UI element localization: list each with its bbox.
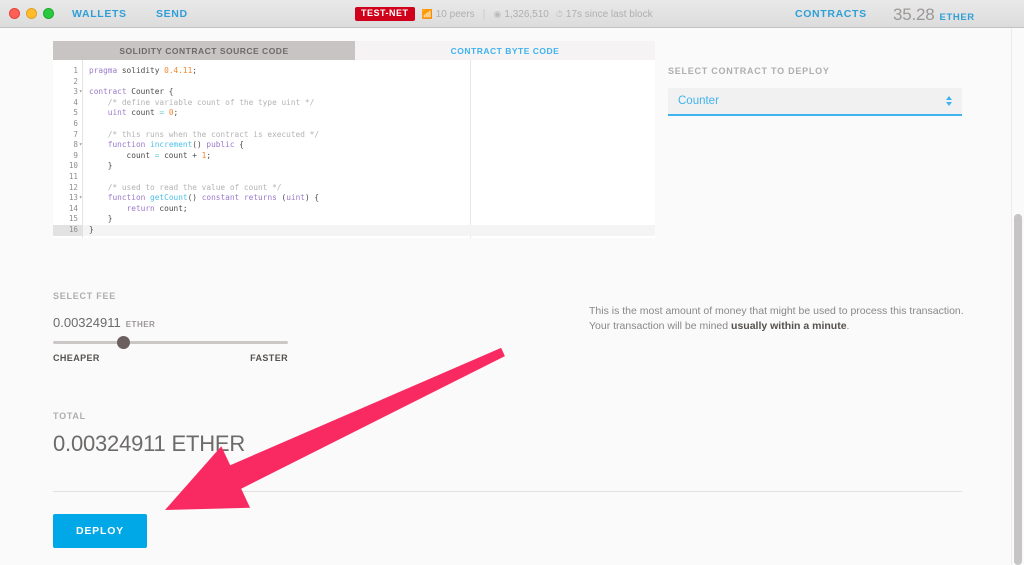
status-separator: |	[482, 8, 486, 20]
deploy-button[interactable]: DEPLOY	[53, 514, 147, 548]
maximize-window-icon[interactable]	[43, 8, 54, 19]
editor-gutter: 1 2 3 ▾ 4 5 6 7 8 ▾ 9 10 11 12 13 ▾ 14 15 16	[53, 60, 83, 238]
gutter-line-number: 16	[53, 224, 82, 236]
clock-icon: ⏱	[555, 8, 563, 19]
titlebar: WALLETS SEND TEST-NET 📶 10 peers | ◉ 1,3…	[0, 0, 1024, 28]
code-line: }	[83, 224, 655, 236]
block-number-label: 1,326,510	[504, 8, 549, 20]
total-value: 0.00324911 ETHER	[53, 431, 246, 456]
signal-icon: 📶	[421, 8, 433, 19]
total-label: TOTAL	[53, 411, 86, 421]
fee-slider-endpoints: CHEAPER FASTER	[53, 353, 288, 363]
scrollbar-thumb[interactable]	[1014, 214, 1022, 565]
gutter-line-number: 4	[73, 97, 78, 107]
fee-slider-track	[53, 341, 288, 344]
peers-label: 10 peers	[435, 8, 475, 20]
gutter-line-number: 15	[68, 214, 78, 224]
block-status: ◉ 1,326,510	[494, 9, 549, 20]
fee-amount-value: 0.00324911	[53, 315, 121, 330]
code-line: function increment() public {	[107, 140, 244, 150]
network-badge: TEST-NET	[355, 7, 415, 21]
close-window-icon[interactable]	[9, 8, 20, 19]
code-line: return count;	[126, 203, 188, 213]
gutter-line-number: 7	[73, 129, 78, 139]
nav-wallets[interactable]: WALLETS	[72, 8, 127, 20]
balance-unit: ETHER	[939, 12, 975, 23]
code-line: pragma solidity 0.4.11;	[89, 66, 197, 75]
code-line: }	[89, 214, 113, 224]
fee-cheaper-label: CHEAPER	[53, 353, 100, 363]
gutter-line-number: 12	[68, 182, 78, 192]
code-line: uint count = 0;	[107, 108, 179, 118]
cube-icon: ◉	[493, 8, 502, 19]
app-window: WALLETS SEND TEST-NET 📶 10 peers | ◉ 1,3…	[0, 0, 1024, 565]
wallet-balance: 35.28 ETHER	[893, 0, 975, 28]
code-tabs: SOLIDITY CONTRACT SOURCE CODE CONTRACT B…	[53, 41, 655, 60]
code-editor[interactable]: 1 2 3 ▾ 4 5 6 7 8 ▾ 9 10 11 12 13 ▾ 14 15 16 pragma solidi…	[53, 60, 655, 238]
gutter-line-number: 3 ▾	[73, 87, 83, 97]
code-fold-icon[interactable]: ▾	[78, 195, 83, 201]
last-block-label: 17s since last block	[565, 8, 653, 20]
gutter-line-number: 8 ▾	[73, 140, 83, 150]
editor-code-area[interactable]: pragma solidity 0.4.11; contract Counter…	[83, 60, 655, 238]
tab-contract-bytecode[interactable]: CONTRACT BYTE CODE	[355, 41, 655, 60]
nav-send[interactable]: SEND	[156, 8, 188, 20]
divider	[53, 491, 962, 492]
select-fee-label: SELECT FEE	[53, 291, 117, 301]
code-line: function getCount() constant returns (ui…	[107, 193, 320, 203]
code-line: }	[89, 161, 113, 171]
last-block-status: ⏱ 17s since last block	[556, 9, 653, 20]
fee-slider[interactable]	[53, 336, 288, 350]
code-line: /* this runs when the contract is execut…	[89, 129, 320, 139]
nav-contracts[interactable]: CONTRACTS	[795, 8, 867, 20]
minimize-window-icon[interactable]	[26, 8, 37, 19]
code-line: /* used to read the value of count */	[89, 182, 282, 192]
gutter-line-number: 10	[68, 161, 78, 171]
network-status-bar: TEST-NET 📶 10 peers | ◉ 1,326,510 ⏱ 17s …	[355, 0, 653, 28]
code-fold-icon[interactable]: ▾	[78, 142, 83, 148]
code-fold-icon[interactable]: ▾	[78, 89, 83, 95]
chevron-updown-icon[interactable]	[946, 96, 952, 106]
tab-solidity-source[interactable]: SOLIDITY CONTRACT SOURCE CODE	[53, 41, 355, 60]
fee-amount-unit: ETHER	[125, 320, 156, 329]
gutter-line-number: 6	[73, 118, 78, 128]
gutter-line-number: 1	[73, 66, 78, 75]
gutter-line-number: 14	[68, 203, 78, 213]
gutter-line-number: 13 ▾	[68, 193, 83, 203]
fee-explanation: This is the most amount of money that mi…	[589, 304, 964, 334]
gutter-line-number: 2	[73, 76, 78, 86]
vertical-scrollbar[interactable]	[1011, 28, 1024, 565]
balance-amount: 35.28	[893, 5, 935, 24]
gutter-line-number: 11	[68, 171, 78, 181]
window-controls[interactable]	[0, 8, 62, 19]
fee-slider-thumb[interactable]	[117, 336, 130, 349]
select-contract-label: SELECT CONTRACT TO DEPLOY	[668, 66, 830, 76]
contract-select-value: Counter	[678, 95, 719, 107]
fee-faster-label: FASTER	[250, 353, 288, 363]
peers-status: 📶 10 peers	[422, 9, 475, 20]
code-line: contract Counter {	[89, 87, 174, 97]
fee-note-bold: usually within a minute	[731, 320, 847, 332]
code-line: count = count + 1;	[89, 150, 212, 160]
gutter-line-number: 9	[73, 150, 78, 160]
fee-note-suffix: .	[846, 320, 850, 332]
code-line: /* define variable count of the type uin…	[89, 97, 315, 107]
contract-select[interactable]: Counter	[668, 88, 962, 116]
fee-amount: 0.00324911 ETHER	[53, 315, 155, 330]
gutter-line-number: 5	[73, 108, 78, 118]
